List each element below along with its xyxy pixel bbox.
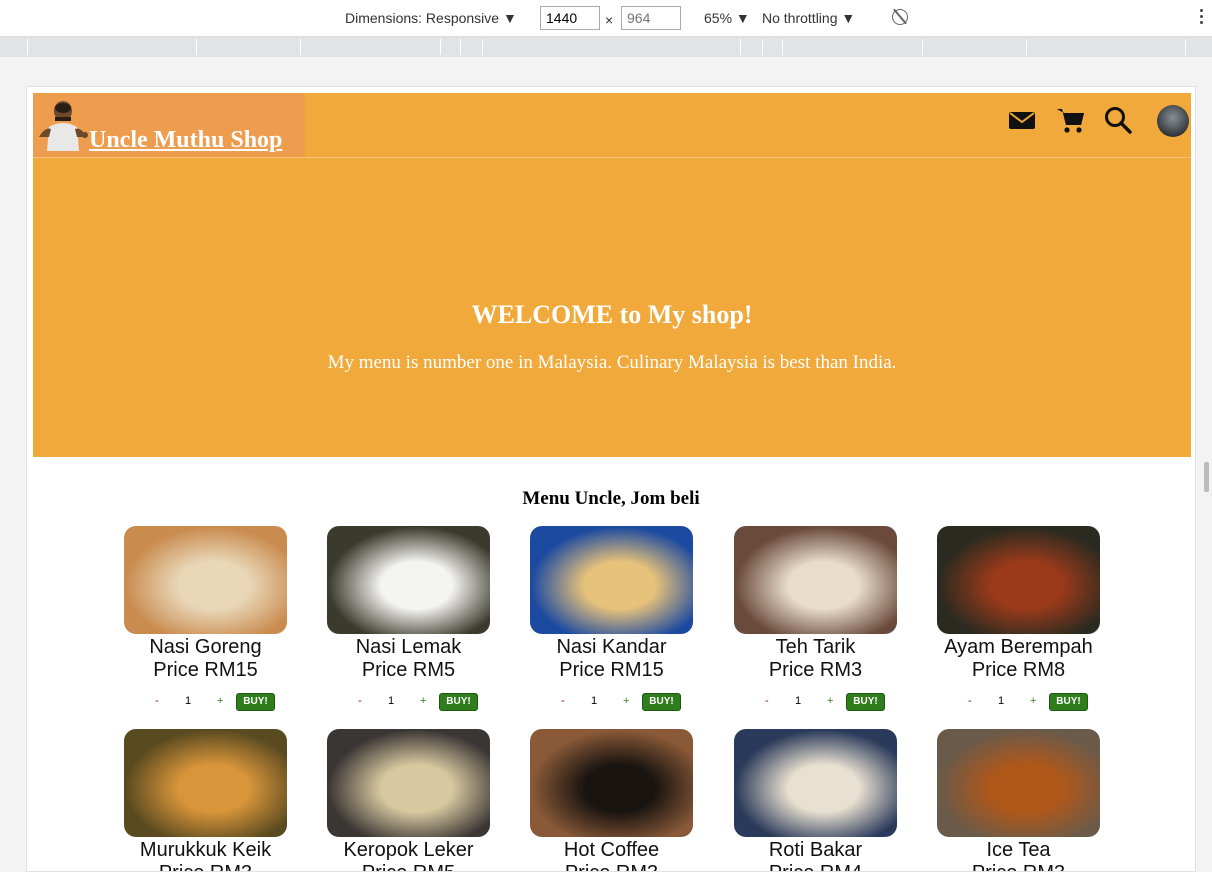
times-sign: × [605,12,614,28]
menu-item-price: Price RM8 [971,659,1066,681]
dimensions-label: Dimensions: Responsive [345,10,500,26]
quantity-stepper: - 1 + BUY! [530,693,693,713]
cart-icon[interactable] [1056,105,1086,135]
menu-card: Murukkuk Keik Price RM3 [124,729,287,871]
decrease-button[interactable]: - [358,695,362,707]
buy-button[interactable]: BUY! [1049,693,1088,711]
decrease-button[interactable]: - [968,695,972,707]
avatar[interactable] [1157,105,1189,137]
quantity-stepper: - 1 + BUY! [124,693,287,713]
quantity-value: 1 [795,695,802,707]
brand-name: Uncle Muthu Shop [89,127,283,153]
menu-card: Keropok Leker Price RM5 [327,729,490,871]
media-query-ruler [0,37,1212,57]
dimensions-dropdown[interactable]: Dimensions: Responsive ▼ [345,10,517,26]
brand-link[interactable]: Uncle Muthu Shop [33,93,305,157]
search-icon[interactable] [1103,105,1133,135]
menu-item-name: Roti Bakar [768,839,863,861]
decrease-button[interactable]: - [561,695,565,707]
food-image [530,526,693,634]
menu-card: Hot Coffee Price RM3 [530,729,693,871]
menu-card: Teh Tarik Price RM3 - 1 + BUY! [734,526,897,713]
increase-button[interactable]: + [827,695,833,707]
buy-button[interactable]: BUY! [439,693,478,711]
food-image [734,526,897,634]
increase-button[interactable]: + [217,695,223,707]
hero-subtitle: My menu is number one in Malaysia. Culin… [327,352,897,373]
menu-item-price: Price RM4 [734,862,897,871]
uncle-logo-icon [39,101,88,151]
increase-button[interactable]: + [1030,695,1036,707]
width-input[interactable] [540,6,600,30]
quantity-stepper: - 1 + BUY! [734,693,897,713]
increase-button[interactable]: + [420,695,426,707]
mail-icon[interactable] [1007,105,1037,135]
more-options-icon[interactable] [1200,9,1204,27]
devtools-device-toolbar: Dimensions: Responsive ▼ × 65% ▼ No thro… [0,0,1212,37]
menu-item-price: Price RM3 [530,862,693,871]
page-viewport: Uncle Muthu Shop WELCOME to My shop! My … [26,86,1196,872]
food-image [734,729,897,837]
quantity-stepper: - 1 + BUY! [937,693,1100,713]
menu-item-name: Nasi Goreng [149,636,262,658]
food-image [124,729,287,837]
decrease-button[interactable]: - [765,695,769,707]
menu-card: Nasi Lemak Price RM5 - 1 + BUY! [327,526,490,713]
food-image [937,729,1100,837]
site-header: Uncle Muthu Shop [33,93,1191,157]
menu-item-name: Ice Tea [986,839,1051,861]
menu-item-price: Price RM3 [768,659,863,681]
menu-card: Ayam Berempah Price RM8 - 1 + BUY! [937,526,1100,713]
menu-item-price: Price RM5 [361,659,456,681]
menu-card: Nasi Kandar Price RM15 - 1 + BUY! [530,526,693,713]
menu-item-name: Keropok Leker [343,839,474,861]
menu-item-price: Price RM3 [124,862,287,871]
quantity-value: 1 [388,695,395,707]
rotate-icon[interactable] [892,9,908,25]
menu-item-price: Price RM15 [559,659,664,681]
menu-item-name: Murukkuk Keik [139,839,272,861]
zoom-label: 65% [704,10,733,26]
quantity-stepper: - 1 + BUY! [327,693,490,713]
food-image [530,729,693,837]
throttling-dropdown[interactable]: No throttling ▼ [762,10,855,26]
quantity-value: 1 [998,695,1005,707]
increase-button[interactable]: + [623,695,629,707]
menu-item-name: Teh Tarik [775,636,856,658]
menu-title: Menu Uncle, Jom beli [522,488,700,509]
hero-title: WELCOME to My shop! [471,300,753,329]
menu-item-name: Ayam Berempah [944,636,1093,658]
menu-item-name: Hot Coffee [563,839,660,861]
menu-item-price: Price RM5 [327,862,490,871]
menu-item-price: Price RM15 [153,659,258,681]
height-input[interactable] [621,6,681,30]
menu-card: Roti Bakar Price RM4 [734,729,897,871]
zoom-dropdown[interactable]: 65% ▼ [704,10,750,26]
food-image [327,526,490,634]
food-image [124,526,287,634]
food-image [327,729,490,837]
buy-button[interactable]: BUY! [642,693,681,711]
menu-card: Nasi Goreng Price RM15 - 1 + BUY! [124,526,287,713]
menu-item-price: Price RM3 [937,862,1100,871]
decrease-button[interactable]: - [155,695,159,707]
hero-banner: WELCOME to My shop! My menu is number on… [33,157,1191,457]
quantity-value: 1 [591,695,598,707]
buy-button[interactable]: BUY! [846,693,885,711]
scrollbar-thumb[interactable] [1204,462,1209,492]
buy-button[interactable]: BUY! [236,693,275,711]
menu-item-name: Nasi Kandar [556,636,667,658]
throttling-label: No throttling [762,10,838,26]
menu-item-name: Nasi Lemak [355,636,462,658]
quantity-value: 1 [185,695,192,707]
menu-card: Ice Tea Price RM3 [937,729,1100,871]
food-image [937,526,1100,634]
